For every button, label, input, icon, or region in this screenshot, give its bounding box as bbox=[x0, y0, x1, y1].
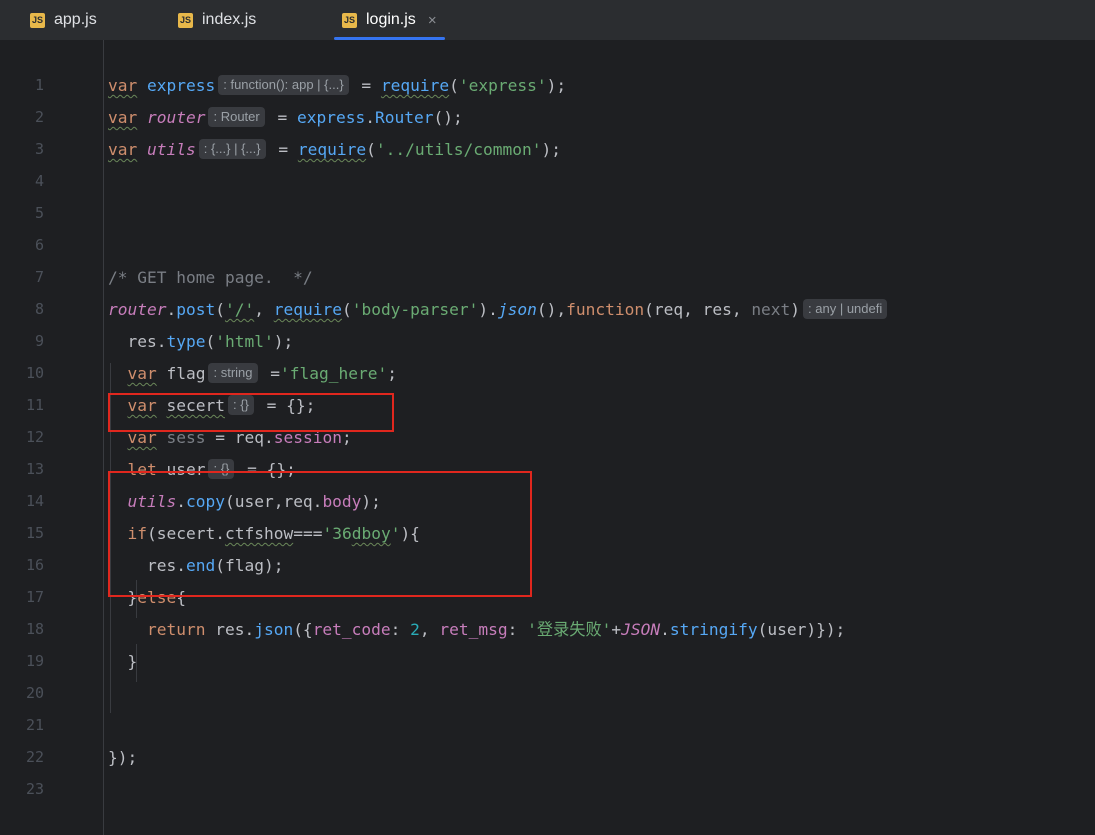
code-line-22: }); bbox=[108, 748, 138, 767]
line-number: 15 bbox=[25, 524, 44, 542]
line-number: 8 bbox=[34, 300, 44, 318]
line-number: 6 bbox=[34, 236, 44, 254]
line-number: 23 bbox=[25, 780, 44, 798]
type-hint: : string bbox=[208, 363, 258, 383]
code-line-2: var router: Router = express.Router(); bbox=[108, 107, 463, 127]
js-file-icon: JS bbox=[342, 12, 357, 28]
line-number: 14 bbox=[25, 492, 44, 510]
type-hint: : any | undefi bbox=[803, 299, 888, 319]
line-number: 18 bbox=[25, 620, 44, 638]
line-number: 17 bbox=[25, 588, 44, 606]
code-line-8: router.post('/', require('body-parser').… bbox=[108, 294, 890, 325]
line-number: 11 bbox=[25, 396, 44, 414]
line-number: 13 bbox=[25, 460, 44, 478]
type-hint: : Router bbox=[208, 107, 265, 127]
tab-login-js[interactable]: JS login.js × bbox=[334, 0, 445, 40]
tab-label: index.js bbox=[202, 11, 257, 28]
code-line-3: var utils: {...} | {...} = require('../u… bbox=[108, 139, 562, 159]
line-number: 3 bbox=[34, 140, 44, 158]
code-line-9: res.type('html'); bbox=[127, 332, 294, 351]
code-line-10: var flag: string ='flag_here'; bbox=[127, 363, 397, 383]
line-number: 5 bbox=[34, 204, 44, 222]
line-number: 9 bbox=[34, 332, 44, 350]
code-editor[interactable]: 1 2 3 4 5 6 7 8 9 10 11 12 13 14 15 16 1… bbox=[0, 40, 1095, 835]
close-icon[interactable]: × bbox=[428, 12, 437, 29]
tab-app-js[interactable]: JS app.js bbox=[30, 0, 97, 40]
code-line-7: /* GET home page. */ bbox=[108, 268, 313, 287]
line-number: 20 bbox=[25, 684, 44, 702]
code-line-18: return res.json({ret_code: 2, ret_msg: '… bbox=[146, 620, 846, 639]
line-number: 10 bbox=[25, 364, 44, 382]
js-file-icon: JS bbox=[30, 12, 45, 28]
tab-index-js[interactable]: JS index.js bbox=[178, 0, 256, 40]
code-line-19: } bbox=[127, 652, 138, 671]
line-number: 2 bbox=[34, 108, 44, 126]
js-file-icon: JS bbox=[178, 12, 193, 28]
line-number: 16 bbox=[25, 556, 44, 574]
type-hint: : {...} | {...} bbox=[198, 139, 266, 159]
line-number: 4 bbox=[34, 172, 44, 190]
highlight-box-secert bbox=[108, 393, 394, 432]
highlight-box-user-copy bbox=[108, 471, 532, 597]
tab-label: login.js bbox=[366, 11, 416, 28]
line-number: 22 bbox=[25, 748, 44, 766]
line-number: 7 bbox=[34, 268, 44, 286]
line-number: 19 bbox=[25, 652, 44, 670]
line-number: 21 bbox=[25, 716, 44, 734]
code-line-1: var express: function(): app | {...} = r… bbox=[108, 75, 567, 95]
tab-label: app.js bbox=[54, 11, 97, 28]
line-number: 12 bbox=[25, 428, 44, 446]
editor-tab-bar: JS app.js JS index.js JS login.js × bbox=[0, 0, 1095, 41]
type-hint: : function(): app | {...} bbox=[218, 75, 349, 95]
line-number: 1 bbox=[34, 76, 44, 94]
